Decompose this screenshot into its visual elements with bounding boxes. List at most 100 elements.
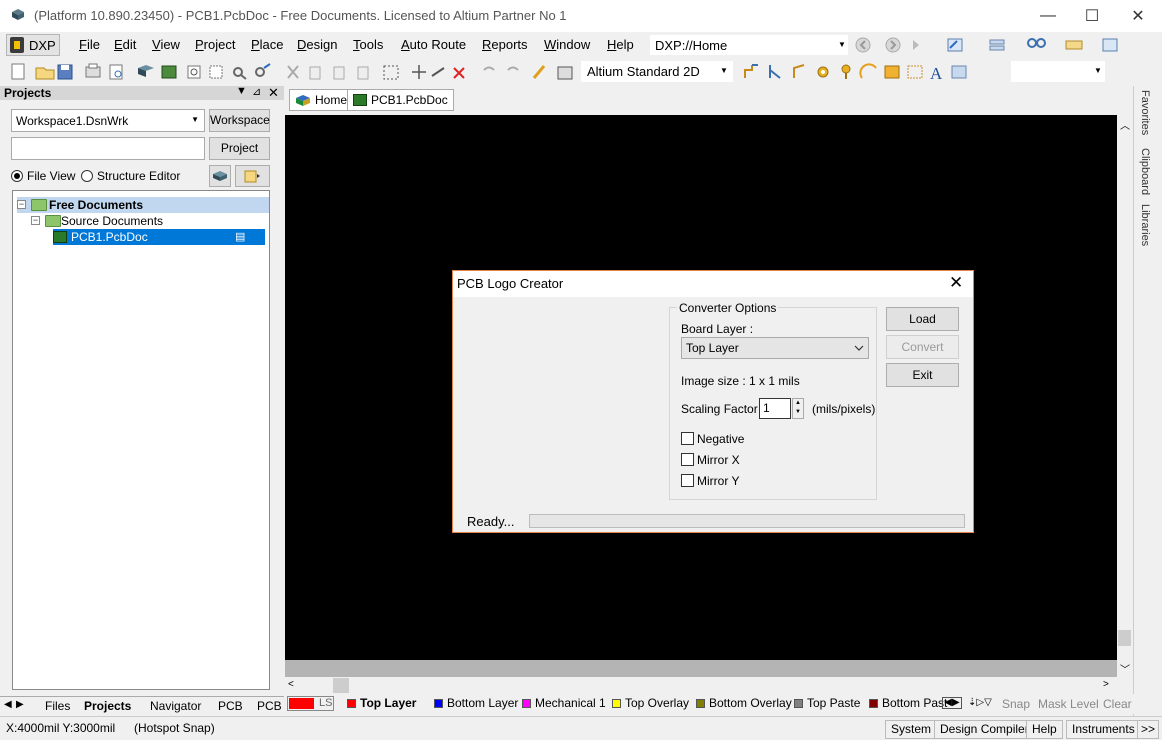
project-input[interactable] bbox=[11, 137, 205, 160]
load-button[interactable]: Load bbox=[886, 307, 959, 331]
view-mode-select[interactable]: Altium Standard 2D bbox=[581, 61, 733, 82]
menu-view[interactable]: View bbox=[152, 37, 180, 52]
menu-tools[interactable]: Tools bbox=[353, 37, 383, 52]
workspace-combo[interactable]: Workspace1.DsnWrk ▼ bbox=[11, 109, 205, 132]
panel-close-icon[interactable]: ✕ bbox=[268, 85, 279, 101]
minimize-button[interactable]: — bbox=[1025, 0, 1071, 32]
close-button[interactable]: ✕ bbox=[1115, 0, 1161, 32]
menu-edit[interactable]: Edit bbox=[114, 37, 136, 52]
menu-auto-route[interactable]: Auto Route bbox=[401, 37, 466, 52]
project-options-button[interactable] bbox=[209, 165, 231, 187]
side-tab-libraries[interactable]: Libraries bbox=[1139, 204, 1151, 246]
workspace-dropdown-icon[interactable]: ▼ bbox=[191, 115, 199, 124]
menu-design[interactable]: Design bbox=[297, 37, 337, 52]
panel-menu-icon[interactable]: ▼ bbox=[236, 85, 247, 97]
layer-tab-bottom[interactable]: Bottom Layer bbox=[434, 696, 518, 710]
panel-pin-icon[interactable]: ⊿ bbox=[252, 85, 261, 98]
menu-help[interactable]: Help bbox=[607, 37, 634, 52]
structure-editor-radio[interactable] bbox=[81, 170, 93, 182]
layer-tab-mechanical-1[interactable]: Mechanical 1 bbox=[522, 696, 606, 710]
tab-pcb1-pcbdoc[interactable]: PCB1.PcbDoc bbox=[347, 89, 454, 111]
menu-toolbar-icons[interactable] bbox=[945, 36, 1135, 54]
address-bar[interactable]: DXP://Home bbox=[650, 35, 848, 55]
main-toolbar: Altium Standard 2D ▼ A ▼ bbox=[0, 58, 1162, 86]
clear-button[interactable]: Clear bbox=[1103, 697, 1132, 711]
scroll-up-icon[interactable]: ︿ bbox=[1120, 117, 1130, 132]
status-instruments-button[interactable]: Instruments bbox=[1066, 720, 1141, 739]
negative-checkbox[interactable] bbox=[681, 432, 694, 445]
side-tab-favorites[interactable]: Favorites bbox=[1139, 90, 1151, 135]
standard-toolbar-icons[interactable] bbox=[8, 62, 578, 82]
layer-tab-bottom-paste[interactable]: Bottom Past bbox=[869, 696, 947, 710]
menu-reports[interactable]: Reports bbox=[482, 37, 528, 52]
mirror-x-checkbox[interactable] bbox=[681, 453, 694, 466]
vertical-scrollbar[interactable]: ︿ ﹀ bbox=[1117, 115, 1133, 677]
layer-tab-top[interactable]: Top Layer bbox=[347, 696, 416, 710]
tree-row-free-documents[interactable]: − Free Documents bbox=[17, 197, 269, 213]
layer-scroll-icon[interactable]: ◀▶ bbox=[942, 697, 962, 709]
tab-navigator[interactable]: Navigator bbox=[150, 699, 201, 713]
layer-color-swatch bbox=[347, 698, 356, 708]
convert-button[interactable]: Convert bbox=[886, 335, 959, 359]
side-tab-clipboard[interactable]: Clipboard bbox=[1139, 148, 1151, 195]
horizontal-scrollbar[interactable]: < > bbox=[285, 677, 1117, 694]
mirror-y-checkbox[interactable] bbox=[681, 474, 694, 487]
scroll-left-icon[interactable]: < bbox=[288, 679, 294, 690]
tab-scroll-left-icon[interactable]: ◀ bbox=[4, 699, 12, 710]
address-dropdown-icon[interactable]: ▼ bbox=[838, 40, 846, 49]
scaling-factor-label: Scaling Factor : bbox=[681, 402, 765, 416]
menu-file[interactable]: File bbox=[79, 37, 100, 52]
tab-home[interactable]: Home bbox=[289, 89, 354, 111]
filter-select[interactable] bbox=[1011, 61, 1105, 82]
layer-filter-icon[interactable]: ⇣▷▽ bbox=[968, 697, 992, 708]
structure-editor-label[interactable]: Structure Editor bbox=[97, 169, 180, 183]
file-view-label[interactable]: File View bbox=[27, 169, 75, 183]
layer-tab-label: Top Paste bbox=[807, 696, 861, 710]
scaling-factor-input[interactable]: 1 bbox=[759, 398, 791, 419]
pcb-toolbar-icons[interactable]: A bbox=[742, 62, 972, 82]
mirror-x-label[interactable]: Mirror X bbox=[697, 453, 740, 467]
filter-dropdown-icon[interactable]: ▼ bbox=[1094, 66, 1102, 75]
snap-button[interactable]: Snap bbox=[1002, 697, 1030, 711]
tree-row-pcb1[interactable]: PCB1.PcbDoc ▤ bbox=[53, 229, 265, 245]
scroll-down-icon[interactable]: ﹀ bbox=[1120, 661, 1130, 676]
board-layer-select[interactable]: Top Layer bbox=[681, 337, 869, 359]
layer-tab-top-overlay[interactable]: Top Overlay bbox=[612, 696, 689, 710]
scaling-factor-spinner[interactable]: ▲ ▼ bbox=[792, 398, 804, 419]
project-menu-button[interactable] bbox=[235, 165, 270, 187]
status-help-button[interactable]: Help bbox=[1026, 720, 1063, 739]
layer-tab-bottom-overlay[interactable]: Bottom Overlay bbox=[696, 696, 792, 710]
tab-pcb-inspector[interactable]: PCB I bbox=[257, 699, 288, 713]
nav-back-forward-icons[interactable] bbox=[855, 36, 921, 54]
status-more-button[interactable]: >> bbox=[1137, 720, 1160, 739]
menu-window[interactable]: Window bbox=[544, 37, 590, 52]
tab-projects[interactable]: Projects bbox=[84, 699, 131, 713]
layer-tab-top-paste[interactable]: Top Paste bbox=[794, 696, 860, 710]
projects-panel: Projects ▼ ⊿ ✕ Workspace1.DsnWrk ▼ Works… bbox=[0, 85, 284, 694]
dxp-menu-button[interactable]: DXP bbox=[6, 34, 60, 56]
tab-files[interactable]: Files bbox=[45, 699, 70, 713]
menu-project[interactable]: Project bbox=[195, 37, 235, 52]
status-system-button[interactable]: System bbox=[885, 720, 938, 739]
tab-pcb[interactable]: PCB bbox=[218, 699, 243, 713]
negative-label[interactable]: Negative bbox=[697, 432, 744, 446]
dialog-close-icon[interactable]: ✕ bbox=[949, 273, 963, 293]
workspace-button[interactable]: Workspace bbox=[209, 109, 270, 132]
collapse-icon[interactable]: − bbox=[17, 200, 26, 209]
tree-row-source-documents[interactable]: − Source Documents bbox=[17, 213, 269, 229]
mask-level-button[interactable]: Mask Level bbox=[1038, 697, 1099, 711]
tab-scroll-right-icon[interactable]: ▶ bbox=[16, 699, 24, 710]
mirror-y-label[interactable]: Mirror Y bbox=[697, 474, 739, 488]
maximize-button[interactable]: ☐ bbox=[1069, 0, 1115, 32]
view-mode-dropdown-icon[interactable]: ▼ bbox=[720, 66, 728, 75]
scroll-right-icon[interactable]: > bbox=[1103, 679, 1109, 690]
project-button[interactable]: Project bbox=[209, 137, 270, 160]
status-design-compiler-button[interactable]: Design Compiler bbox=[934, 720, 1035, 739]
exit-button[interactable]: Exit bbox=[886, 363, 959, 387]
horizontal-scroll-thumb[interactable] bbox=[333, 678, 349, 693]
menu-place[interactable]: Place bbox=[251, 37, 284, 52]
vertical-scroll-thumb[interactable] bbox=[1118, 630, 1131, 646]
layer-set-button[interactable]: LS bbox=[287, 696, 334, 711]
file-view-radio[interactable] bbox=[11, 170, 23, 182]
collapse-icon[interactable]: − bbox=[31, 216, 40, 225]
